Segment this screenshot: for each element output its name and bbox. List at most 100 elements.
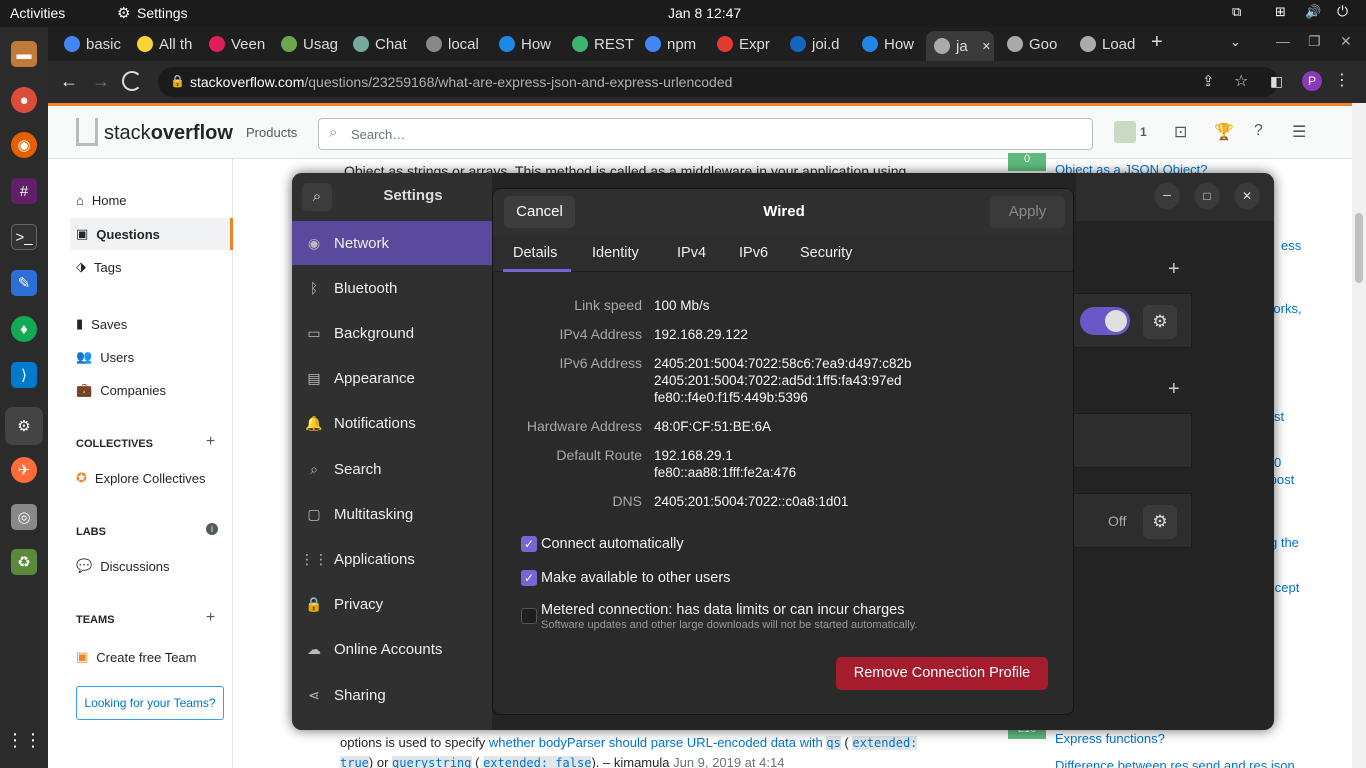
related-link[interactable]: Express functions? (1055, 731, 1165, 746)
metered-connection-checkbox[interactable] (521, 608, 537, 624)
profile-avatar[interactable]: P (1302, 71, 1322, 91)
products-link[interactable]: Products (246, 125, 297, 140)
user-avatar[interactable] (1114, 121, 1136, 143)
disk-icon[interactable]: ◎ (11, 504, 37, 530)
browser-tab[interactable]: joi.d (782, 31, 852, 57)
so-logo-text[interactable]: stackoverflow (104, 122, 233, 145)
share-icon[interactable]: ⇪ (1202, 72, 1215, 90)
tab-identity[interactable]: Identity (592, 245, 639, 261)
browser-tab[interactable]: Load (1072, 31, 1142, 57)
tab-details[interactable]: Details (513, 245, 557, 261)
related-link[interactable]: ess (1281, 238, 1301, 253)
proxy-settings-gear-icon[interactable]: ⚙ (1143, 505, 1177, 539)
settings-item-network[interactable]: ◉ Network (292, 221, 492, 265)
browser-tab[interactable]: Expr (709, 31, 779, 57)
wired-network-icon[interactable]: ⊞ (1275, 4, 1286, 20)
chrome-icon[interactable]: ● (11, 87, 37, 113)
settings-item-privacy[interactable]: 🔒 Privacy (292, 583, 492, 627)
close-tab-icon[interactable]: ✕ (982, 40, 991, 53)
files-icon[interactable]: ▬ (11, 41, 37, 67)
settings-item-online-accounts[interactable]: ☁ Online Accounts (292, 628, 492, 672)
settings-item-multitasking[interactable]: ▢ Multitasking (292, 492, 492, 536)
settings-dock-icon[interactable]: ⚙ (5, 407, 43, 445)
apply-button[interactable]: Apply (990, 196, 1065, 228)
settings-item-notifications[interactable]: 🔔 Notifications (292, 402, 492, 446)
firefox-icon[interactable]: ◉ (11, 132, 37, 158)
wired-settings-gear-icon[interactable]: ⚙ (1143, 305, 1177, 339)
related-link[interactable]: g the (1270, 535, 1299, 550)
minimize-icon[interactable]: – (1154, 183, 1180, 209)
maximize-icon[interactable]: □ (1194, 183, 1220, 209)
add-connection-plus-icon[interactable]: + (1168, 258, 1180, 281)
add-vpn-plus-icon[interactable]: + (1168, 378, 1180, 401)
browser-tab[interactable]: REST (564, 31, 634, 57)
browser-tab[interactable]: ja ✕ (926, 31, 994, 61)
close-window-icon[interactable]: ✕ (1340, 33, 1352, 50)
clock[interactable]: Jan 8 12:47 (668, 5, 741, 21)
settings-item-applications[interactable]: ⋮⋮ Applications (292, 537, 492, 581)
create-team-link[interactable]: ▣ Create free Team (76, 649, 197, 665)
browser-tab[interactable]: basic (56, 31, 126, 57)
help-icon[interactable]: ? (1254, 122, 1263, 140)
achievements-trophy-icon[interactable]: 🏆 (1214, 122, 1234, 142)
nav-companies[interactable]: 💼 Companies (76, 382, 166, 398)
slack-icon[interactable]: # (11, 178, 37, 204)
add-collective-plus-icon[interactable]: + (206, 433, 215, 451)
site-switcher-icon[interactable]: ☰ (1292, 122, 1306, 142)
connect-automatically-label[interactable]: Connect automatically (541, 536, 684, 552)
discussions-link[interactable]: 💬 Discussions (76, 558, 170, 574)
back-arrow-icon[interactable]: ← (60, 71, 78, 92)
explore-collectives-link[interactable]: ✪ Explore Collectives (76, 470, 205, 486)
browser-tab[interactable]: All th (129, 31, 199, 57)
scrollbar-thumb[interactable] (1355, 213, 1363, 283)
connect-automatically-checkbox[interactable]: ✓ (521, 536, 537, 552)
browser-tab[interactable]: Veen (201, 31, 271, 57)
labs-info-icon[interactable]: i (206, 523, 218, 535)
remove-connection-profile-button[interactable]: Remove Connection Profile (836, 657, 1048, 690)
make-available-checkbox[interactable]: ✓ (521, 570, 537, 586)
settings-item-bluetooth[interactable]: ᛒ Bluetooth (292, 266, 492, 310)
tab-ipv6[interactable]: IPv6 (739, 245, 768, 261)
close-icon[interactable]: ✕ (1234, 183, 1260, 209)
maximize-window-icon[interactable]: ❐ (1308, 33, 1321, 50)
browser-tab[interactable]: Goo (999, 31, 1069, 57)
so-logo-icon[interactable] (76, 118, 98, 146)
so-search-input[interactable]: ⌕ Search… (318, 118, 1093, 150)
settings-item-sharing[interactable]: ⋖ Sharing (292, 673, 492, 717)
settings-item-background[interactable]: ▭ Background (292, 311, 492, 355)
nav-home[interactable]: ⌂ Home (76, 193, 127, 208)
postman-icon[interactable]: ✈ (11, 457, 37, 483)
cancel-button[interactable]: Cancel (504, 196, 575, 228)
browser-tab[interactable]: local (418, 31, 488, 57)
tab-search-chevron-icon[interactable]: ⌄ (1230, 34, 1241, 50)
tab-ipv4[interactable]: IPv4 (677, 245, 706, 261)
metered-connection-label[interactable]: Metered connection: has data limits or c… (541, 602, 905, 618)
related-link[interactable]: Difference between res.send and res.json (1055, 758, 1295, 768)
app-menu[interactable]: Settings (137, 5, 188, 21)
looking-for-teams-button[interactable]: Looking for your Teams? (76, 686, 224, 720)
related-link[interactable]: 0 (1274, 455, 1281, 470)
chrome-menu-icon[interactable]: ⋮ (1334, 70, 1350, 90)
browser-tab[interactable]: npm (637, 31, 707, 57)
forward-arrow-icon[interactable]: → (92, 71, 110, 92)
nav-saves[interactable]: ▮ Saves (76, 316, 127, 332)
wired-toggle[interactable] (1080, 307, 1130, 335)
related-link[interactable]: st (1274, 409, 1284, 424)
nav-tags[interactable]: ⬗ Tags (76, 259, 121, 275)
add-team-plus-icon[interactable]: + (206, 609, 215, 627)
minimize-window-icon[interactable]: — (1276, 33, 1290, 49)
network-icon[interactable]: ⧉ (1232, 4, 1241, 20)
nav-questions[interactable]: ▣ Questions (76, 226, 160, 242)
tab-security[interactable]: Security (800, 245, 852, 261)
inbox-icon[interactable]: ⊡ (1174, 122, 1187, 142)
lock-icon[interactable]: 🔒 (170, 74, 185, 88)
browser-tab[interactable]: How (854, 31, 924, 57)
settings-item-search[interactable]: ⌕ Search (292, 447, 492, 491)
settings-item-appearance[interactable]: ▤ Appearance (292, 357, 492, 401)
app-grid-icon[interactable]: ⋮⋮ (6, 727, 42, 753)
browser-tab[interactable]: Usag (273, 31, 343, 57)
power-icon[interactable]: ⏻ (1337, 3, 1348, 20)
terminal-icon[interactable]: >_ (11, 224, 37, 250)
loading-spinner-icon[interactable] (122, 71, 142, 91)
make-available-label[interactable]: Make available to other users (541, 570, 730, 586)
